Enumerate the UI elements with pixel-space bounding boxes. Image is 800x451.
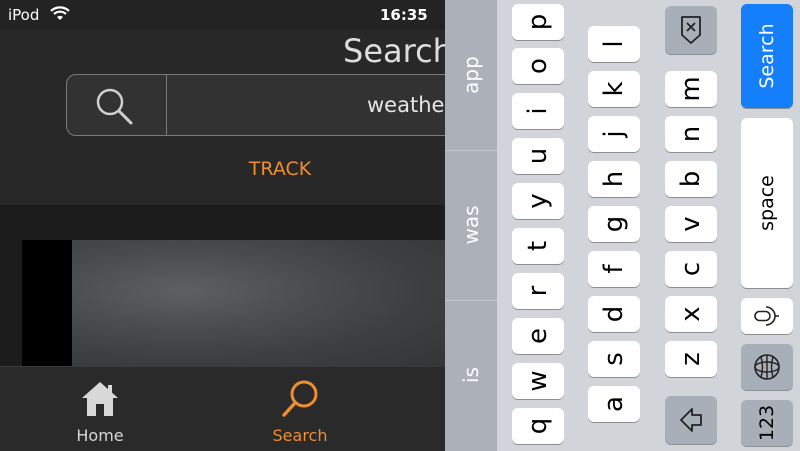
app-header: Search TRACK [0, 30, 445, 227]
suggestion-label: was [459, 205, 483, 245]
keyboard: app was is q w e r t y u i o p a s d f g… [445, 0, 800, 451]
search-key[interactable]: Search [741, 4, 793, 108]
key-label: Search [756, 23, 778, 89]
key-label: l [599, 40, 629, 48]
space-key[interactable]: space [741, 118, 793, 288]
key-e[interactable]: e [512, 318, 564, 354]
key-label: o [523, 58, 553, 74]
key-r[interactable]: r [512, 273, 564, 309]
key-label: s [599, 352, 629, 366]
search-icon[interactable] [67, 75, 167, 135]
search-input[interactable] [167, 75, 445, 135]
key-label: i [523, 107, 553, 115]
key-label: b [676, 170, 706, 188]
suggestion-item[interactable]: app [445, 0, 497, 150]
key-label: q [523, 417, 553, 435]
key-a[interactable]: a [588, 386, 640, 422]
home-icon [82, 382, 118, 416]
tab-track[interactable]: TRACK [160, 150, 400, 198]
key-s[interactable]: s [588, 341, 640, 377]
key-j[interactable]: j [588, 116, 640, 152]
result-image[interactable] [72, 240, 445, 367]
key-label: r [523, 285, 553, 297]
status-bar: iPod 16:35 [0, 0, 445, 30]
key-label: y [523, 193, 553, 209]
key-t[interactable]: t [512, 228, 564, 264]
key-q[interactable]: q [512, 408, 564, 444]
key-o[interactable]: o [512, 48, 564, 84]
suggestion-item[interactable]: was [445, 150, 497, 300]
key-g[interactable]: g [588, 206, 640, 242]
suggestion-label: is [459, 367, 483, 383]
key-v[interactable]: v [665, 206, 717, 242]
key-u[interactable]: u [512, 138, 564, 174]
globe-key[interactable] [741, 344, 793, 390]
key-label: n [676, 125, 706, 143]
key-z[interactable]: z [665, 341, 717, 377]
suggestion-item[interactable]: is [445, 300, 497, 450]
key-l[interactable]: l [588, 26, 640, 62]
delete-icon [681, 16, 701, 44]
status-carrier: iPod [8, 6, 40, 24]
tabbar-search[interactable]: Search [240, 367, 360, 451]
key-label: u [523, 147, 553, 165]
tabbar-search-label: Search [272, 426, 328, 445]
wifi-icon [50, 6, 70, 26]
key-label: h [599, 170, 629, 188]
key-b[interactable]: b [665, 161, 717, 197]
shift-key[interactable] [665, 396, 717, 444]
suggestion-label: app [459, 56, 483, 94]
key-h[interactable]: h [588, 161, 640, 197]
search-icon [282, 380, 318, 417]
delete-key[interactable] [665, 6, 717, 54]
key-label: m [676, 76, 706, 102]
app-screen: iPod 16:35 Search TRACK [0, 0, 445, 451]
tab-bar: Home Search [0, 366, 445, 451]
key-label: z [676, 352, 706, 366]
microphone-icon [754, 306, 779, 326]
key-n[interactable]: n [665, 116, 717, 152]
key-label: w [523, 370, 553, 392]
key-label: c [676, 261, 706, 277]
key-label: e [523, 328, 553, 344]
search-box [66, 74, 445, 136]
key-label: p [523, 13, 553, 31]
key-label: j [599, 130, 629, 138]
suggestion-bar: app was is [445, 0, 497, 451]
key-label: t [523, 240, 553, 252]
key-x[interactable]: x [665, 296, 717, 332]
key-i[interactable]: i [512, 93, 564, 129]
microphone-key[interactable] [741, 298, 793, 334]
key-label: x [676, 306, 706, 322]
key-label: k [599, 81, 629, 97]
key-c[interactable]: c [665, 251, 717, 287]
tabbar-home-label: Home [76, 426, 124, 445]
results-list [0, 205, 445, 367]
key-label: a [599, 396, 629, 412]
key-d[interactable]: d [588, 296, 640, 332]
key-k[interactable]: k [588, 71, 640, 107]
key-p[interactable]: p [512, 4, 564, 40]
key-label: g [599, 215, 629, 233]
key-label: v [676, 216, 706, 232]
status-time: 16:35 [380, 6, 428, 24]
key-y[interactable]: y [512, 183, 564, 219]
page-title: Search [343, 32, 445, 70]
key-label: d [599, 305, 629, 323]
shift-icon [680, 408, 702, 432]
key-f[interactable]: f [588, 251, 640, 287]
key-label: 123 [756, 404, 778, 442]
numbers-key[interactable]: 123 [741, 400, 793, 446]
key-w[interactable]: w [512, 363, 564, 399]
result-thumbnail-edge [22, 240, 72, 367]
globe-icon [754, 354, 780, 380]
tabbar-home[interactable]: Home [40, 367, 160, 451]
key-label: space [756, 175, 778, 231]
key-label: f [599, 264, 629, 274]
key-m[interactable]: m [665, 71, 717, 107]
